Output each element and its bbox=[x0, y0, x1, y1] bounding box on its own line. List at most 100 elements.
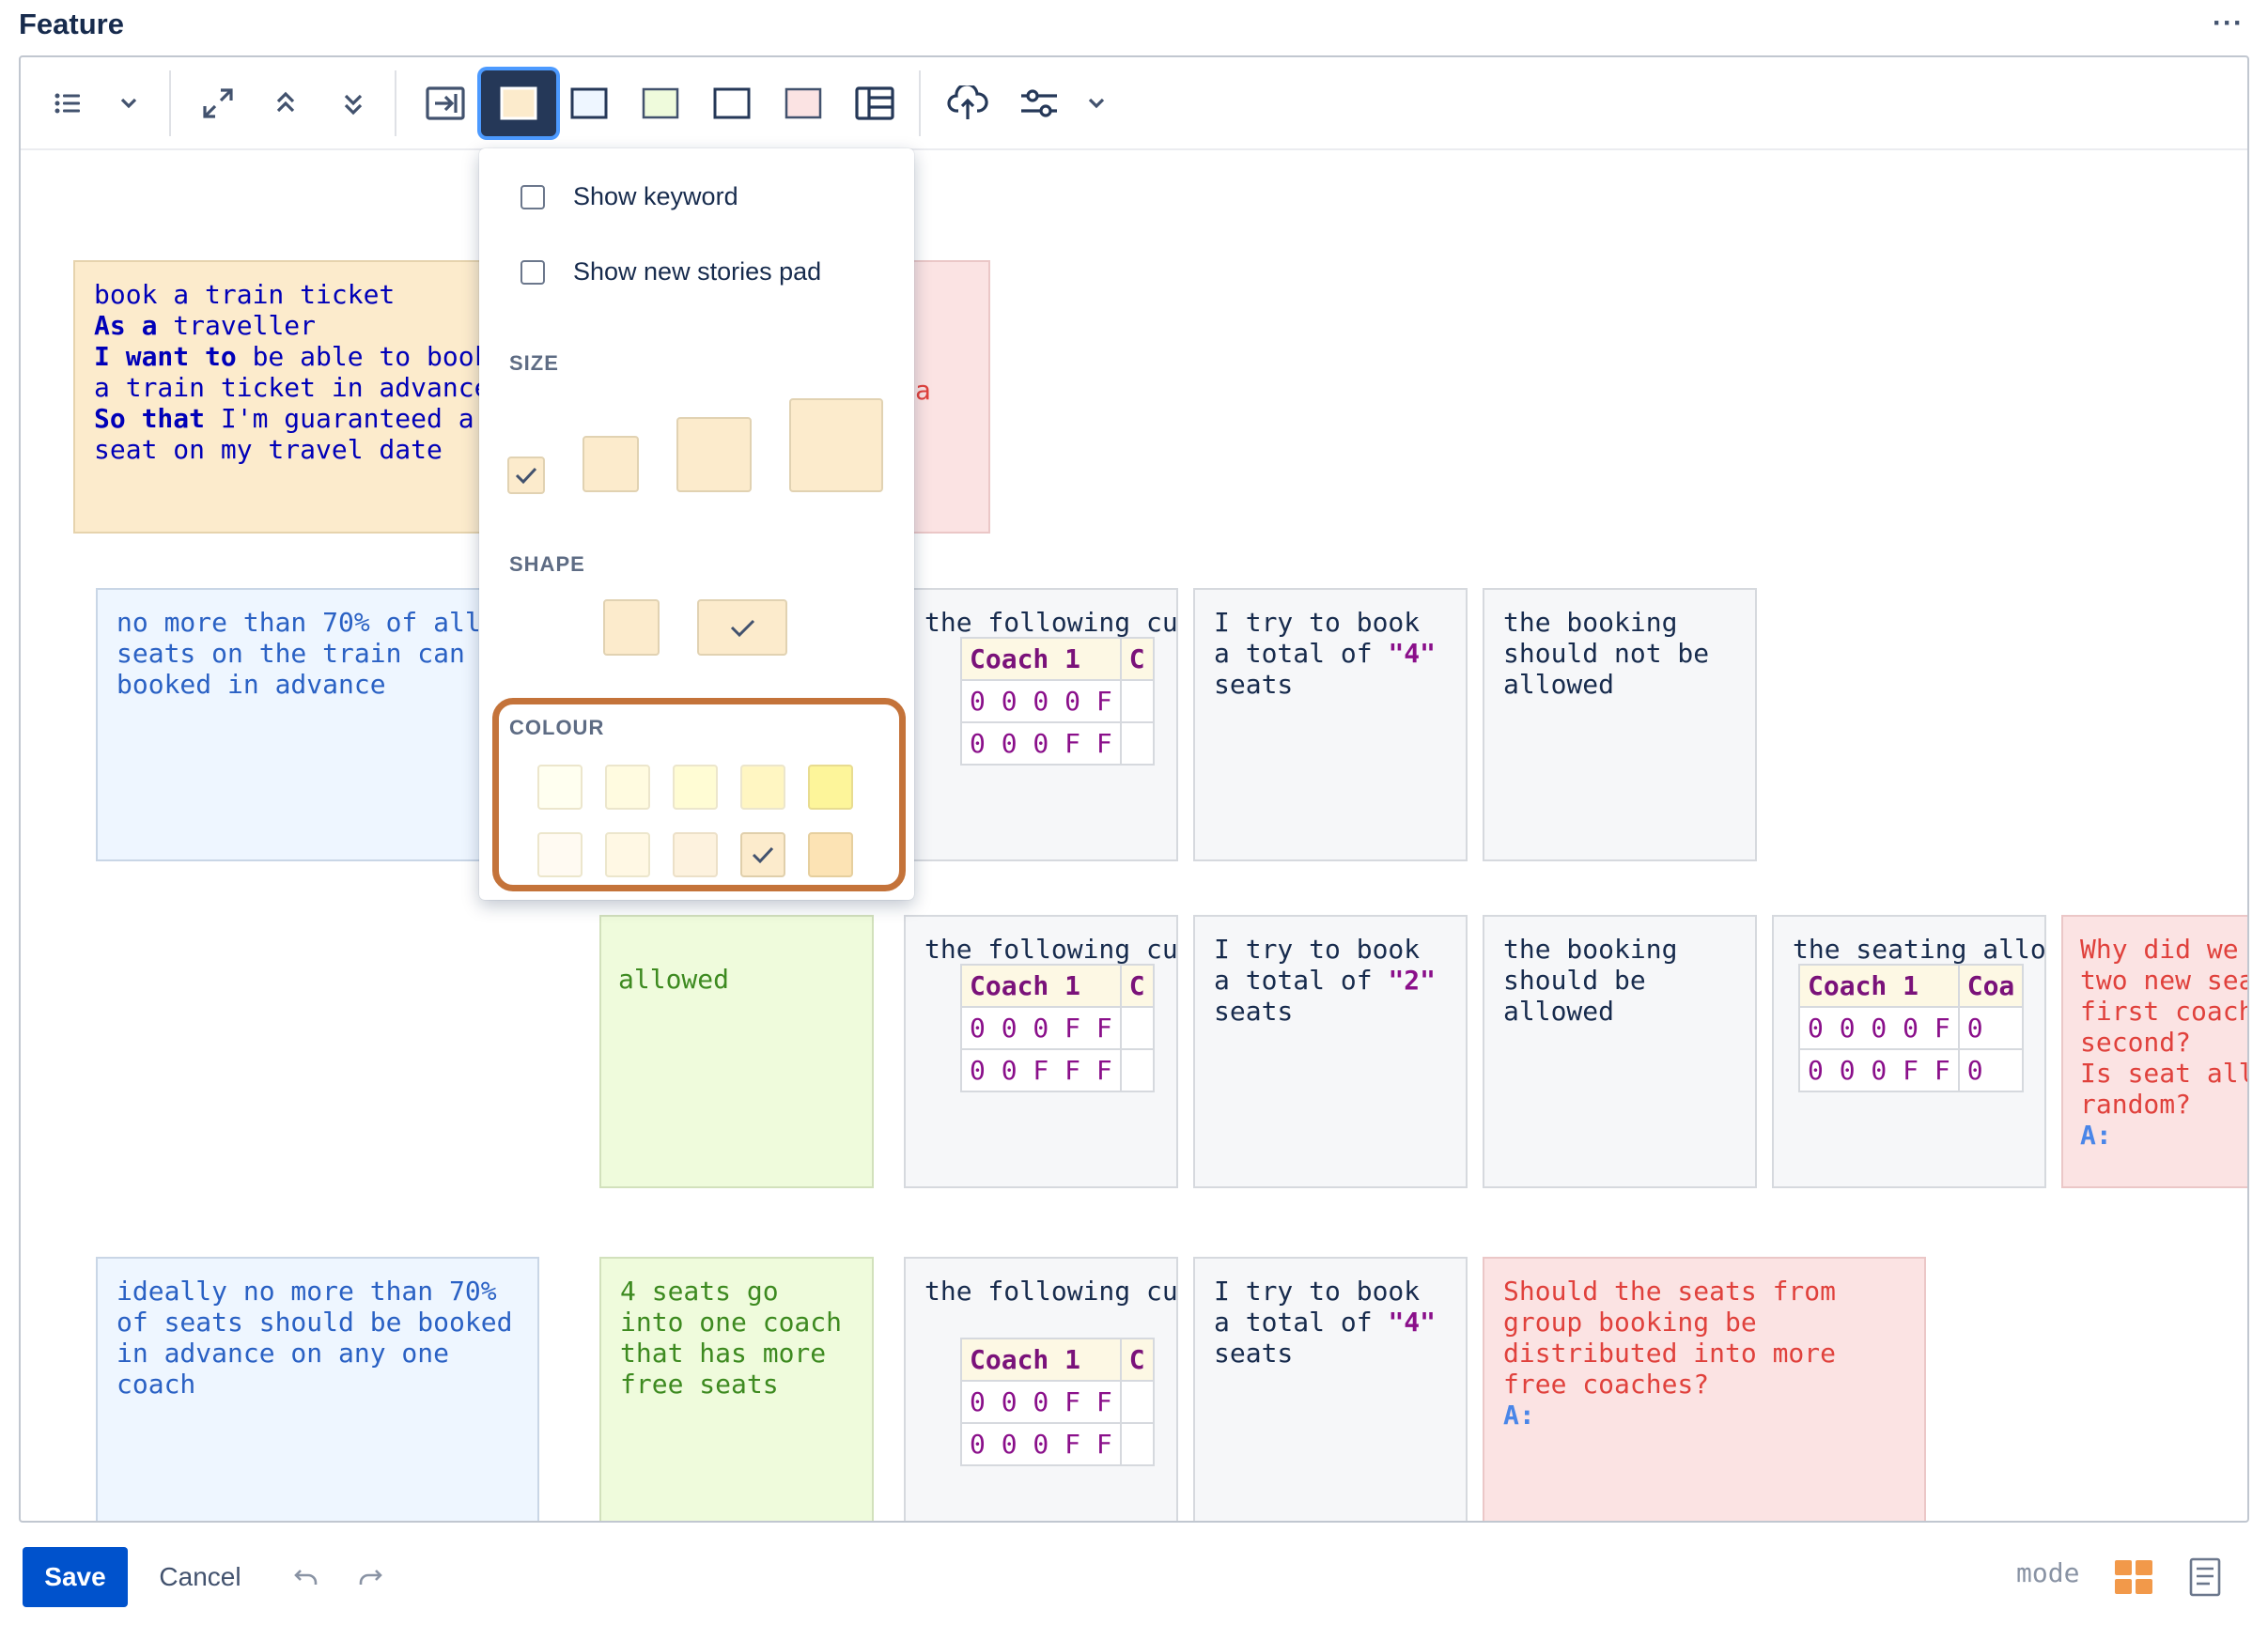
collapse-down-icon[interactable] bbox=[334, 77, 372, 130]
table-header: C bbox=[1119, 964, 1155, 1008]
insert-icon[interactable] bbox=[421, 77, 470, 130]
example-then-card[interactable]: the booking should be allowed bbox=[1483, 915, 1757, 1188]
when-suffix: seats bbox=[1214, 669, 1294, 700]
table-cell: 0 0 0 F F bbox=[960, 1006, 1122, 1050]
check-icon bbox=[752, 846, 774, 864]
expand-icon[interactable] bbox=[197, 77, 239, 130]
question-card[interactable]: Why did we two new sea first coach secon… bbox=[2061, 915, 2249, 1188]
colour-swatch[interactable] bbox=[605, 765, 650, 810]
example-when-card[interactable]: I try to book a total of "4" seats bbox=[1193, 1257, 1468, 1521]
given-text: the following cu bbox=[924, 934, 1178, 965]
when-suffix: seats bbox=[1214, 996, 1294, 1027]
check-icon bbox=[730, 619, 755, 638]
save-button[interactable]: Save bbox=[23, 1547, 128, 1607]
table-header: C bbox=[1119, 637, 1155, 681]
seat-table: Coach 1 Coa 0 0 0 0 F0 0 0 0 F F0 bbox=[1798, 964, 2025, 1092]
question-text: Why did we two new sea first coach secon… bbox=[2080, 934, 2249, 1120]
chevron-down-icon[interactable] bbox=[1082, 77, 1111, 130]
table-header: Coach 1 bbox=[1798, 964, 1960, 1008]
want-keyword: I want to bbox=[94, 341, 237, 372]
editor-frame: book a train ticket As a traveller I wan… bbox=[19, 55, 2249, 1523]
so-text-2: seat on my travel date bbox=[94, 434, 443, 465]
size-option-medium[interactable] bbox=[583, 436, 639, 492]
show-new-stories-pad-label: Show new stories pad bbox=[573, 257, 822, 286]
as-text: traveller bbox=[157, 310, 317, 341]
table-cell: 0 0 0 F F bbox=[960, 721, 1122, 766]
story-card[interactable]: book a train ticket As a traveller I wan… bbox=[73, 260, 487, 534]
want-text: be able to book bbox=[236, 341, 487, 372]
size-label: SIZE bbox=[509, 351, 559, 375]
want-text-2: a train ticket in advance bbox=[94, 372, 487, 403]
table-cell: 0 0 0 0 F bbox=[960, 679, 1122, 723]
shape-option-wide[interactable] bbox=[697, 599, 787, 656]
table-icon[interactable] bbox=[849, 77, 900, 130]
colour-swatch[interactable] bbox=[673, 765, 718, 810]
grey-card-button[interactable] bbox=[707, 77, 757, 130]
shape-option-square[interactable] bbox=[603, 599, 660, 656]
pink-card-button[interactable] bbox=[778, 77, 829, 130]
sliders-icon[interactable] bbox=[1013, 77, 1065, 130]
list-icon[interactable] bbox=[49, 77, 86, 130]
so-text: I'm guaranteed a bbox=[205, 403, 474, 434]
rule-card[interactable]: ideally no more than 70% of seats should… bbox=[96, 1257, 539, 1521]
colour-swatch-selected[interactable] bbox=[740, 832, 785, 877]
card-canvas: book a train ticket As a traveller I wan… bbox=[21, 152, 2249, 1521]
answer-label: A: bbox=[2080, 1120, 2112, 1151]
table-cell: 0 bbox=[1957, 1048, 2025, 1092]
toolbar bbox=[21, 57, 2247, 150]
show-keyword-checkbox[interactable] bbox=[520, 184, 545, 209]
cancel-button[interactable]: Cancel bbox=[141, 1547, 259, 1607]
collapse-up-icon[interactable] bbox=[267, 77, 304, 130]
story-card-button[interactable] bbox=[481, 70, 556, 136]
given-text: the seating allo bbox=[1793, 934, 2046, 965]
cloud-upload-icon[interactable] bbox=[941, 77, 994, 130]
show-new-stories-pad-option[interactable]: Show new stories pad bbox=[520, 257, 821, 286]
colour-swatch[interactable] bbox=[808, 832, 853, 877]
question-card[interactable]: Should the seats from group booking be d… bbox=[1483, 1257, 1926, 1521]
example-text: allowed bbox=[618, 964, 730, 995]
redo-icon[interactable] bbox=[351, 1547, 389, 1607]
table-cell: 0 0 0 F F bbox=[960, 1422, 1122, 1466]
example-when-card[interactable]: I try to book a total of "4" seats bbox=[1193, 588, 1468, 861]
document-view-icon[interactable] bbox=[2182, 1547, 2229, 1607]
more-menu-icon[interactable]: ··· bbox=[2213, 8, 2244, 39]
show-keyword-label: Show keyword bbox=[573, 182, 738, 210]
page-title: Feature bbox=[19, 8, 124, 40]
green-card-icon bbox=[642, 87, 679, 119]
show-keyword-option[interactable]: Show keyword bbox=[520, 182, 738, 211]
green-card-button[interactable] bbox=[635, 77, 686, 130]
table-header: Coa bbox=[1957, 964, 2025, 1008]
undo-icon[interactable] bbox=[287, 1547, 325, 1607]
table-header: Coach 1 bbox=[960, 637, 1122, 681]
table-cell: 0 0 0 F F bbox=[1798, 1048, 1960, 1092]
toolbar-divider bbox=[169, 70, 171, 136]
show-new-stories-pad-checkbox[interactable] bbox=[520, 259, 545, 285]
seat-table: Coach 1C 0 0 0 F F 0 0 0 F F bbox=[960, 1338, 1155, 1466]
size-option-xlarge[interactable] bbox=[789, 398, 883, 492]
when-suffix: seats bbox=[1214, 1338, 1294, 1369]
colour-swatch[interactable] bbox=[808, 765, 853, 810]
then-text: the booking should not be allowed bbox=[1503, 607, 1710, 700]
when-quote: "4" bbox=[1388, 638, 1437, 669]
rule-card[interactable]: no more than 70% of all seats on the tra… bbox=[96, 588, 539, 861]
chevron-down-icon[interactable] bbox=[115, 77, 143, 130]
colour-swatch[interactable] bbox=[605, 832, 650, 877]
colour-swatch[interactable] bbox=[537, 765, 583, 810]
toolbar-divider bbox=[919, 70, 921, 136]
example-then-card[interactable]: the booking should not be allowed bbox=[1483, 588, 1757, 861]
blue-card-button[interactable] bbox=[564, 77, 614, 130]
example-when-card[interactable]: I try to book a total of "2" seats bbox=[1193, 915, 1468, 1188]
example-card-green[interactable]: allowed bbox=[599, 915, 874, 1188]
grid-view-icon[interactable] bbox=[2110, 1547, 2157, 1607]
check-icon bbox=[515, 467, 537, 485]
pink-card-icon bbox=[784, 87, 822, 119]
example-card-green[interactable]: 4 seats go into one coach that has more … bbox=[599, 1257, 874, 1521]
example-text: 4 seats go into one coach that has more … bbox=[620, 1276, 843, 1400]
seat-table: Coach 1C 0 0 0 F F 0 0 F F F bbox=[960, 964, 1155, 1092]
size-option-large[interactable] bbox=[676, 417, 752, 492]
size-option-small[interactable] bbox=[507, 457, 545, 494]
colour-swatch[interactable] bbox=[537, 832, 583, 877]
colour-swatch[interactable] bbox=[673, 832, 718, 877]
colour-swatch[interactable] bbox=[740, 765, 785, 810]
blue-card-icon bbox=[570, 87, 608, 119]
